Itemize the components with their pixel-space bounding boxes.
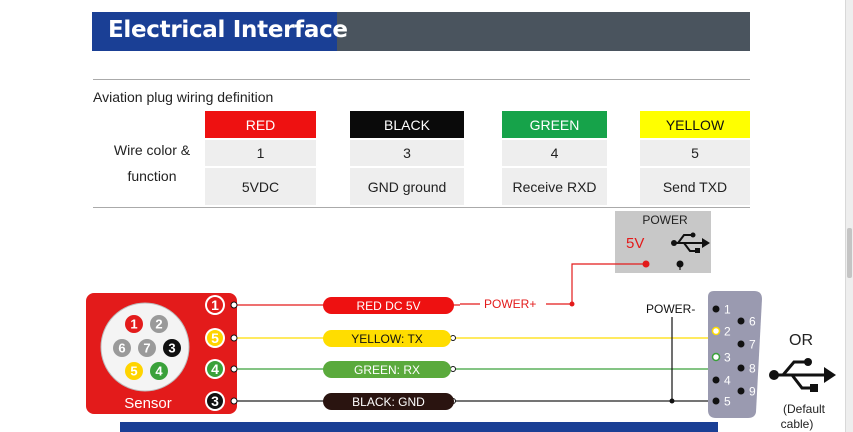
wire-red: RED DC 5V [230,297,460,314]
usb-power-voltage: 5V [626,235,644,252]
sensor-terminal: 4 [211,361,219,377]
db9-pin: 3 [724,351,731,365]
svg-text:6: 6 [118,341,125,356]
wire-yellow: YELLOW: TX [230,330,717,347]
default-cable-line2: cable) [781,417,814,431]
svg-text:7: 7 [143,341,150,356]
wire-green: GREEN: RX [230,357,711,378]
sensor-terminal: 1 [211,297,219,313]
svg-text:5: 5 [130,364,137,379]
wire-black: BLACK: GND [230,393,714,410]
power-plus-label: POWER+ [484,297,536,311]
power-minus-label: POWER- [646,302,695,316]
wire-label: BLACK: GND [352,395,425,409]
wire-label: RED DC 5V [356,299,420,313]
db9-pin: 1 [724,303,731,317]
db9-pin: 6 [749,315,756,329]
db9-pin: 8 [749,362,756,376]
or-label: OR [789,332,813,349]
wiring-diagram: POWER 5V POWER+ 1 2 6 7 3 5 4 Sensor 1 5… [86,211,836,431]
db9-pin: 5 [724,395,731,409]
sensor-terminal: 5 [211,330,219,346]
db9-pin: 4 [724,374,731,388]
wire-label: YELLOW: TX [351,332,423,346]
db9-pin: 2 [724,325,731,339]
wire-label: GREEN: RX [354,363,420,377]
db9-pin: 9 [749,385,756,399]
default-cable-line1: (Default [783,402,826,416]
sensor-label: Sensor [124,395,172,412]
svg-text:3: 3 [168,341,175,356]
usb-icon [769,358,836,392]
footer-bar [120,422,718,432]
svg-text:4: 4 [155,364,163,379]
db9-pin: 7 [749,338,756,352]
db9-connector: 1 2 3 4 5 6 7 8 9 [708,291,762,418]
svg-text:2: 2 [155,317,162,332]
sensor-terminal: 3 [211,393,219,409]
usb-power-title: POWER [642,213,688,227]
svg-text:1: 1 [130,317,137,332]
sensor: 1 2 6 7 3 5 4 Sensor 1 5 4 3 [86,293,237,414]
